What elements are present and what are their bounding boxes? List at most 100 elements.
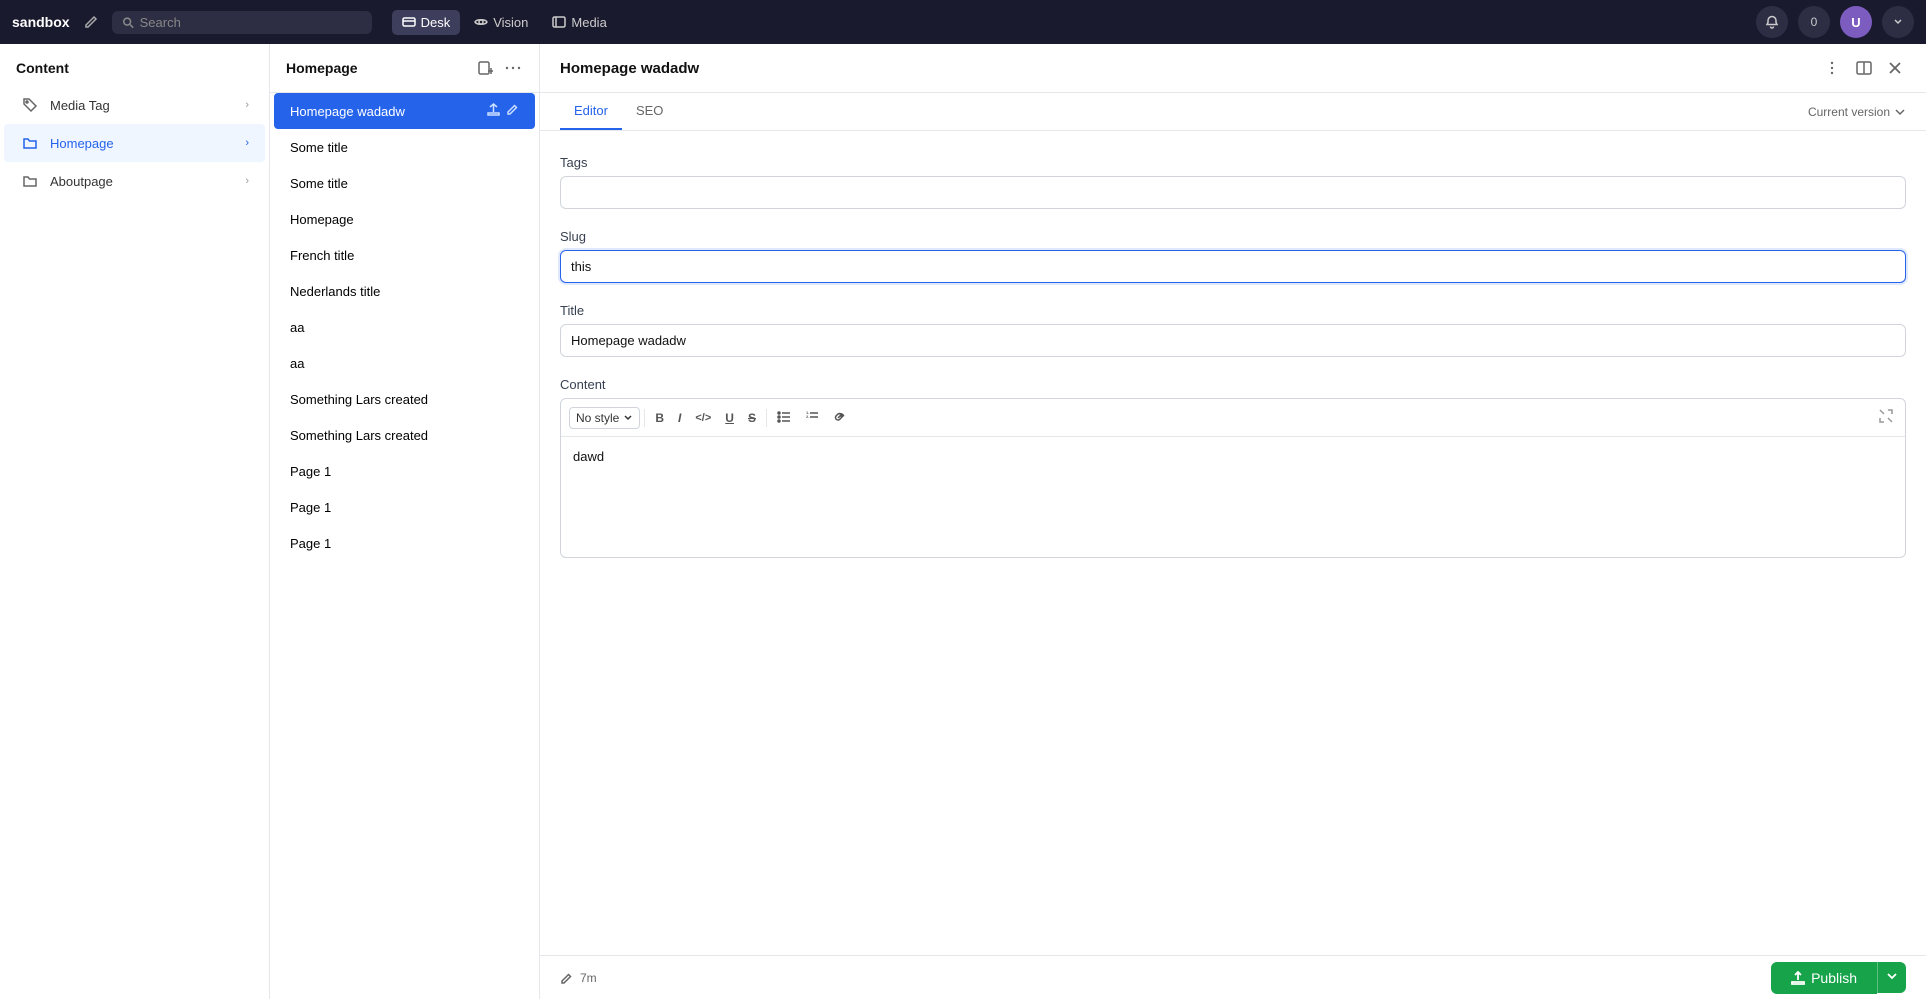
- svg-text:2.: 2.: [806, 414, 809, 419]
- publish-icon[interactable]: [487, 427, 500, 443]
- item-edit-icon[interactable]: [506, 103, 519, 119]
- publish-icon[interactable]: [487, 499, 500, 515]
- edit-icon[interactable]: [506, 247, 519, 263]
- nav-item-desk[interactable]: Desk: [392, 10, 461, 35]
- publish-icon[interactable]: [487, 463, 500, 479]
- tab-editor[interactable]: Editor: [560, 93, 622, 130]
- edit-icon[interactable]: [506, 463, 519, 479]
- publish-icon[interactable]: [487, 535, 500, 551]
- brand-label: sandbox: [12, 14, 70, 30]
- style-select[interactable]: No style: [569, 407, 640, 429]
- item-publish-icon[interactable]: [487, 103, 500, 119]
- expand-btn[interactable]: [1875, 405, 1897, 430]
- list-item-some-title-2[interactable]: Some title: [274, 165, 535, 201]
- publish-icon[interactable]: [487, 247, 500, 263]
- list-item-nederlands-title[interactable]: Nederlands title: [274, 273, 535, 309]
- edit-icon[interactable]: [506, 499, 519, 515]
- media-icon: [552, 15, 566, 29]
- chevron-down-icon-2: [1886, 970, 1898, 982]
- sidebar-item-homepage[interactable]: Homepage ›: [4, 124, 265, 162]
- edit-icon[interactable]: [506, 355, 519, 371]
- chevron-right-icon-2: ›: [245, 137, 249, 149]
- underline-btn[interactable]: U: [719, 407, 740, 429]
- content-textarea[interactable]: dawd: [561, 437, 1905, 557]
- code-btn[interactable]: </>: [689, 408, 717, 428]
- list-item-lars-1[interactable]: Something Lars created: [274, 381, 535, 417]
- strikethrough-btn[interactable]: S: [742, 407, 762, 429]
- bottom-bar: 7m Publish: [540, 955, 1926, 999]
- search-bar[interactable]: [112, 11, 372, 34]
- upload-icon: [1791, 971, 1805, 985]
- edit-icon[interactable]: [506, 139, 519, 155]
- publish-more-btn[interactable]: [1877, 962, 1906, 993]
- publish-icon[interactable]: [487, 211, 500, 227]
- list-item-aa-1[interactable]: aa: [274, 309, 535, 345]
- nav-item-vision[interactable]: Vision: [464, 10, 538, 35]
- notification-btn[interactable]: [1756, 6, 1788, 38]
- bold-btn[interactable]: B: [649, 407, 670, 429]
- more-options-btn[interactable]: [1882, 6, 1914, 38]
- right-panel-header: Homepage wadadw: [540, 44, 1926, 93]
- ellipsis-vertical-icon: [1824, 60, 1840, 76]
- publish-button[interactable]: Publish: [1771, 962, 1877, 994]
- content-label: Content: [560, 377, 1906, 392]
- sidebar-item-media-tag[interactable]: Media Tag ›: [4, 86, 265, 124]
- list-item-homepage-wadadw[interactable]: Homepage wadadw: [274, 93, 535, 129]
- edit-icon[interactable]: [506, 211, 519, 227]
- sidebar-item-aboutpage[interactable]: Aboutpage ›: [4, 162, 265, 200]
- nav-item-media[interactable]: Media: [542, 10, 616, 35]
- tab-list: Editor SEO: [560, 93, 677, 130]
- topbar: sandbox Desk Vision Media: [0, 0, 1926, 44]
- publish-icon[interactable]: [487, 319, 500, 335]
- more-btn[interactable]: [1820, 56, 1844, 80]
- list-item-homepage[interactable]: Homepage: [274, 201, 535, 237]
- count-badge[interactable]: 0: [1798, 6, 1830, 38]
- edit-icon[interactable]: [506, 283, 519, 299]
- tags-input[interactable]: [560, 176, 1906, 209]
- bullet-list-btn[interactable]: [771, 405, 797, 430]
- close-icon: [1888, 61, 1902, 75]
- topbar-right: 0 U: [1756, 6, 1914, 38]
- mid-header-actions: [475, 58, 523, 78]
- edit-icon[interactable]: [506, 175, 519, 191]
- list-item-lars-2[interactable]: Something Lars created: [274, 417, 535, 453]
- pencil-icon: [560, 971, 574, 985]
- slug-input[interactable]: [560, 250, 1906, 283]
- publish-icon[interactable]: [487, 355, 500, 371]
- user-avatar[interactable]: U: [1840, 6, 1872, 38]
- ordered-list-btn[interactable]: 1. 2.: [799, 405, 825, 430]
- search-input[interactable]: [140, 15, 362, 30]
- link-icon: [833, 409, 847, 423]
- link-btn[interactable]: [827, 405, 853, 430]
- publish-icon[interactable]: [487, 283, 500, 299]
- list-item-french-title[interactable]: French title: [274, 237, 535, 273]
- publish-icon[interactable]: [487, 139, 500, 155]
- title-input[interactable]: [560, 324, 1906, 357]
- edit-icon[interactable]: [506, 535, 519, 551]
- eye-icon: [474, 15, 488, 29]
- chevron-down-icon: [1893, 15, 1903, 29]
- tab-seo[interactable]: SEO: [622, 93, 677, 130]
- list-item-aa-2[interactable]: aa: [274, 345, 535, 381]
- content-editor: No style B I </> U S: [560, 398, 1906, 558]
- edit-brand-icon[interactable]: [82, 13, 100, 31]
- list-item-page1-2[interactable]: Page 1: [274, 489, 535, 525]
- list-item-some-title-1[interactable]: Some title: [274, 129, 535, 165]
- split-view-btn[interactable]: [1852, 56, 1876, 80]
- version-selector[interactable]: Current version: [1808, 105, 1906, 119]
- edit-icon[interactable]: [506, 391, 519, 407]
- list-item-page1-3[interactable]: Page 1: [274, 525, 535, 561]
- add-page-btn[interactable]: [475, 58, 495, 78]
- italic-btn[interactable]: I: [672, 407, 687, 429]
- bell-icon: [1765, 15, 1779, 29]
- publish-icon[interactable]: [487, 175, 500, 191]
- mid-panel-header: Homepage: [270, 44, 539, 93]
- publish-icon[interactable]: [487, 391, 500, 407]
- split-view-icon: [1856, 60, 1872, 76]
- close-panel-btn[interactable]: [1884, 57, 1906, 79]
- list-item-page1-1[interactable]: Page 1: [274, 453, 535, 489]
- right-panel: Homepage wadadw: [540, 44, 1926, 999]
- edit-icon[interactable]: [506, 319, 519, 335]
- edit-icon[interactable]: [506, 427, 519, 443]
- mid-more-btn[interactable]: [503, 58, 523, 78]
